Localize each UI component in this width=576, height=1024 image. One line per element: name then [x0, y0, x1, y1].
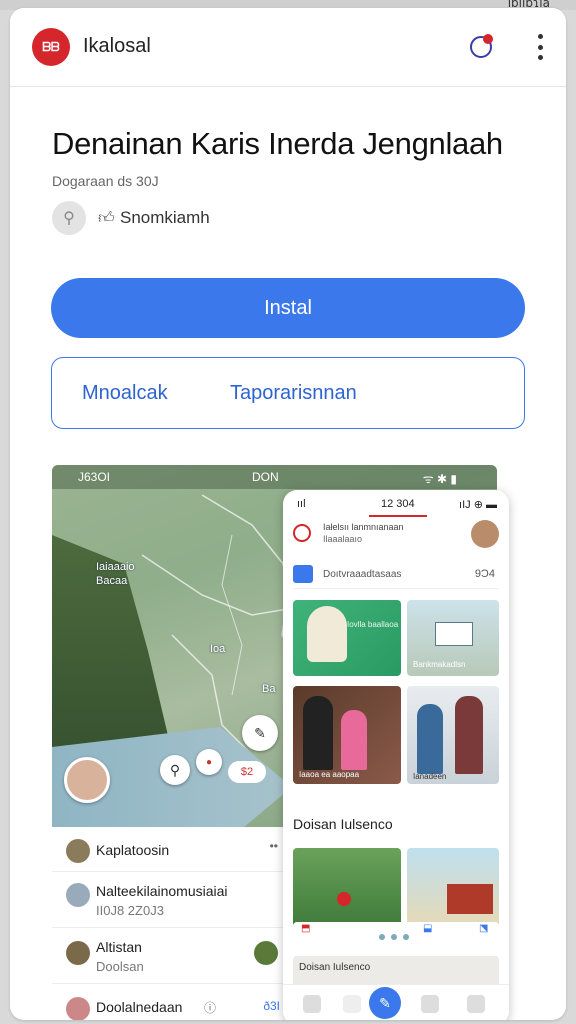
phone-avatar[interactable] — [471, 520, 499, 548]
list-thumb — [66, 883, 90, 907]
phone-toolbar-icon[interactable]: ⬒ — [301, 923, 310, 934]
app-logo-text: ᗷᗷ — [42, 39, 60, 54]
thumb-up-icon[interactable]: 👍︎ — [98, 209, 115, 228]
map-status-left: J63OI — [78, 470, 111, 484]
page-subtitle: Dogaraan ds 30J — [52, 173, 159, 189]
tile-caption: Bankmakadlsn — [413, 660, 466, 669]
tile-marker — [337, 892, 351, 906]
carousel-dots — [379, 934, 409, 940]
list-thumb — [66, 941, 90, 965]
info-icon[interactable]: ⓘ — [204, 999, 216, 1016]
map-chip[interactable]: $2 — [228, 761, 266, 783]
page-title: Denainan Karis Inerda Jengnlaah — [52, 126, 503, 161]
list-avatar — [254, 941, 278, 965]
map-marker-pin[interactable]: ✎ — [242, 715, 278, 751]
phone-status-bar: ııl 12 304 ıIJ ⊕ ▬ — [283, 490, 509, 514]
list-thumb — [66, 997, 90, 1020]
phone-search-bar[interactable]: Doıtvraaadtasaas 9Ɔ4 — [293, 562, 499, 589]
app-name: Ikalosal — [83, 35, 151, 57]
nav-profile-icon[interactable] — [467, 995, 485, 1013]
tile-caption: Doisan Iulsenco — [299, 962, 371, 973]
phone-status-center: 12 304 — [381, 498, 415, 510]
phone-tab-indicator — [369, 515, 427, 517]
nav-search-icon[interactable] — [343, 995, 361, 1013]
map-marker-pin[interactable]: ● — [196, 749, 222, 775]
tile-person — [303, 696, 333, 770]
map-label: Ba — [262, 683, 276, 695]
tile-caption: Ianadeen — [413, 772, 447, 781]
list-item-sub: Doolsan — [96, 959, 144, 974]
list-item[interactable]: Nalteekilainomusiaiai II0J8 2Z0J3 — [52, 871, 292, 928]
screenshot-phone[interactable]: ııl 12 304 ıIJ ⊕ ▬ Iałelsıı lanmnıanaan … — [283, 490, 509, 1020]
map-marker-pin[interactable]: ⚲ — [160, 755, 190, 785]
tile-caption: Iaaoa ea aaopaa — [299, 770, 360, 779]
phone-search-icon — [293, 565, 313, 583]
cast-icon[interactable] — [468, 32, 496, 60]
list-thumb — [66, 839, 90, 863]
map-label: Bacaa — [96, 575, 128, 587]
app-listing-card: ᗷᗷ Ikalosal Denainan Karis Inerda Jengnl… — [10, 8, 566, 1020]
list-item[interactable]: Doolalnedaan ⓘ ð3I — [52, 983, 292, 1020]
app-bar: ᗷᗷ Ikalosal — [10, 8, 566, 87]
phone-bottom-nav: ✎ — [283, 984, 509, 1020]
tile-sign — [435, 622, 473, 646]
secondary-left-button[interactable]: Mnoalcak — [82, 382, 168, 405]
map-status-center: DON — [252, 470, 279, 484]
secondary-right-button[interactable]: Taporarisnnan — [230, 382, 357, 405]
phone-status-right: ıIJ ⊕ ▬ — [459, 499, 497, 511]
map-status-bar: J63OI DON ᯤ ✱ ▮ — [52, 465, 497, 489]
phone-tile[interactable] — [293, 848, 401, 928]
list-item-sub: II0J8 2Z0J3 — [96, 903, 164, 918]
rating-icon: ⚲ — [52, 201, 86, 235]
more-icon[interactable]: •• — [270, 839, 278, 853]
tile-person — [417, 704, 443, 774]
phone-tile[interactable] — [407, 848, 499, 928]
phone-section-title: Doisan Iulsenco — [293, 816, 393, 832]
map-label: Ioa — [210, 643, 226, 655]
more-options-icon[interactable] — [538, 34, 544, 60]
tile-stall — [447, 884, 493, 914]
phone-tile[interactable]: Iovlla baallaoa — [293, 600, 401, 676]
nav-compose-icon[interactable]: ✎ — [369, 987, 401, 1019]
rating-label: Snomkiamh — [120, 208, 210, 227]
nav-library-icon[interactable] — [421, 995, 439, 1013]
phone-header-title: Iałelsıı lanmnıanaan — [323, 522, 404, 532]
phone-tile[interactable]: Bankmakadlsn — [407, 600, 499, 676]
list-item[interactable]: Kaplatoosin •• — [52, 827, 292, 872]
install-button[interactable]: Instal — [51, 278, 525, 338]
phone-status-left: ııl — [297, 498, 306, 510]
nav-home-icon[interactable] — [303, 995, 321, 1013]
list-item-title: Doolalnedaan — [96, 999, 183, 1015]
map-label: Iaiaaaio — [96, 561, 135, 573]
phone-tile[interactable]: Iaaoa ea aaopaa — [293, 686, 401, 784]
app-logo[interactable]: ᗷᗷ — [32, 28, 70, 66]
tile-person — [455, 696, 483, 774]
place-list: Kaplatoosin •• Nalteekilainomusiaiai II0… — [52, 827, 292, 1020]
list-item-title: Nalteekilainomusiaiai — [96, 883, 228, 899]
list-item[interactable]: Altistan Doolsan — [52, 927, 292, 984]
list-item-meta: ð3I — [263, 999, 280, 1013]
phone-header-sub: Ilaaalaaıo — [323, 534, 363, 544]
tile-portrait — [307, 606, 347, 662]
phone-toolbar-icon[interactable]: ⬔ — [479, 923, 488, 934]
phone-tile[interactable]: Ianadeen — [407, 686, 499, 784]
phone-search-text: Doıtvraaadtasaas — [323, 569, 402, 580]
phone-search-right: 9Ɔ4 — [474, 568, 495, 580]
map-status-right: ᯤ ✱ ▮ — [422, 472, 457, 486]
tile-person — [341, 710, 367, 770]
secondary-actions: Mnoalcak Taporarisnnan — [51, 357, 525, 429]
avatar-pin[interactable] — [64, 757, 110, 803]
phone-toolbar-icon[interactable]: ⬓ — [423, 923, 432, 934]
list-item-title: Kaplatoosin — [96, 842, 170, 858]
tile-caption: Iovlla baallaoa — [347, 620, 399, 629]
list-item-title: Altistan — [96, 939, 142, 955]
phone-app-logo — [293, 524, 311, 542]
